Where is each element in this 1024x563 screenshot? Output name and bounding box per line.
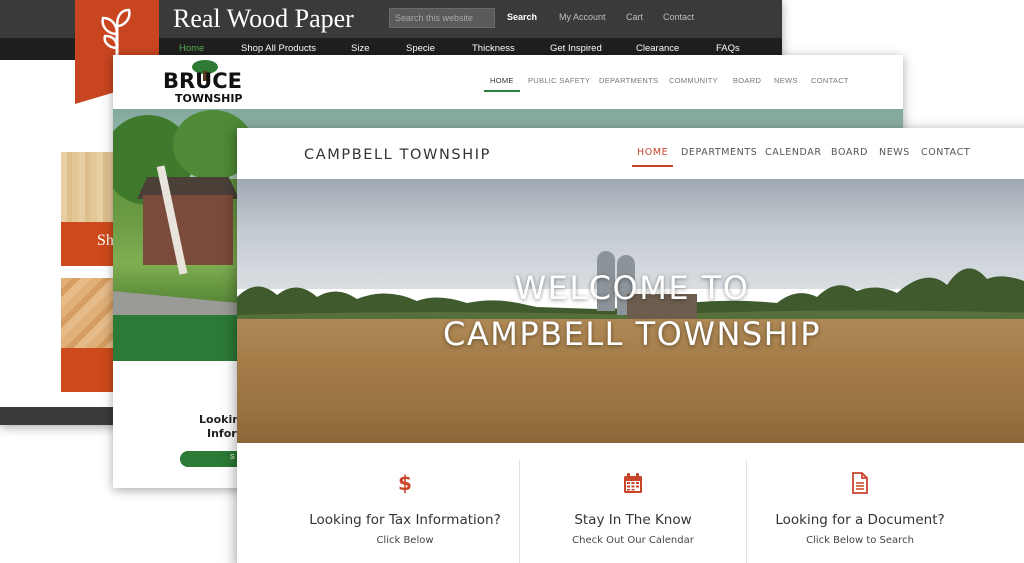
realwood-nav-size[interactable]: Size — [351, 43, 369, 54]
realwood-nav-clearance[interactable]: Clearance — [636, 43, 679, 54]
wood-sample-image — [61, 278, 116, 348]
hero-headline-line2: CAMPBELL TOWNSHIP — [442, 315, 822, 353]
product-band-label: Sh — [61, 222, 116, 266]
calendar-icon — [520, 472, 746, 499]
card-title: Stay In The Know — [574, 512, 692, 528]
bruce-card-heading: Lookin Inforr — [199, 413, 242, 441]
tax-info-card[interactable]: $ Looking for Tax Information? Click Bel… — [292, 460, 518, 563]
realwood-product-tile[interactable] — [61, 278, 116, 392]
campbell-site-title[interactable]: CAMPBELL TOWNSHIP — [304, 147, 491, 163]
document-card[interactable]: Looking for a Document? Click Below to S… — [747, 460, 973, 563]
bruce-nav-active-underline — [484, 90, 520, 92]
bruce-nav-home[interactable]: HOME — [490, 76, 514, 85]
campbell-nav-departments[interactable]: DEPARTMENTS — [681, 147, 757, 158]
campbell-nav-calendar[interactable]: CALENDAR — [765, 147, 822, 158]
bruce-nav-departments[interactable]: DEPARTMENTS — [599, 76, 658, 85]
realwood-contact-link[interactable]: Contact — [663, 12, 694, 22]
hero-headline-line1: WELCOME TO — [514, 269, 750, 307]
realwood-product-tile[interactable]: Sh — [61, 152, 116, 266]
realwood-nav-home[interactable]: Home — [179, 43, 204, 54]
bruce-nav-public-safety[interactable]: PUBLIC SAFETY — [528, 76, 590, 85]
realwood-nav-faqs[interactable]: FAQs — [716, 43, 740, 54]
wood-sample-image — [61, 152, 116, 222]
campbell-window: CAMPBELL TOWNSHIP HOME DEPARTMENTS CALEN… — [237, 128, 1024, 563]
campbell-nav-active-underline — [632, 165, 673, 167]
dollar-icon: $ — [292, 471, 518, 499]
bruce-hero-house — [143, 195, 233, 265]
realwood-my-account-link[interactable]: My Account — [559, 12, 606, 22]
bruce-nav-contact[interactable]: CONTACT — [811, 76, 849, 85]
bruce-logo[interactable]: BRUCE TOWNSHIP — [163, 60, 268, 105]
card-link[interactable]: Check Out Our Calendar — [520, 535, 746, 546]
card-title: Looking for a Document? — [775, 512, 945, 528]
card-title: Looking for Tax Information? — [309, 512, 501, 528]
realwood-search-input[interactable] — [389, 8, 495, 28]
realwood-nav-thickness[interactable]: Thickness — [472, 43, 515, 54]
hero-headline: WELCOME TO CAMPBELL TOWNSHIP — [237, 265, 1024, 357]
campbell-hero-slider[interactable]: WELCOME TO CAMPBELL TOWNSHIP — [237, 179, 1024, 443]
realwood-site-title[interactable]: Real Wood Paper — [173, 4, 354, 34]
bruce-card-heading-line1: Lookin — [199, 413, 241, 426]
realwood-nav-shop-all[interactable]: Shop All Products — [241, 43, 316, 54]
calendar-card[interactable]: Stay In The Know Check Out Our Calendar — [520, 460, 746, 563]
bruce-logo-main: BRUCE — [163, 69, 242, 93]
realwood-nav-specie[interactable]: Specie — [406, 43, 435, 54]
bruce-nav-community[interactable]: COMMUNITY — [669, 76, 718, 85]
bruce-nav-board[interactable]: BOARD — [733, 76, 761, 85]
bruce-logo-sub: TOWNSHIP — [175, 92, 243, 105]
realwood-search-button[interactable]: Search — [507, 12, 537, 22]
realwood-nav-get-inspired[interactable]: Get Inspired — [550, 43, 602, 54]
card-link[interactable]: Click Below — [292, 535, 518, 546]
campbell-nav-contact[interactable]: CONTACT — [921, 147, 970, 158]
card-link[interactable]: Click Below to Search — [747, 535, 973, 546]
realwood-cart-link[interactable]: Cart — [626, 12, 643, 22]
bruce-nav-news[interactable]: NEWS — [774, 76, 798, 85]
campbell-nav-home[interactable]: HOME — [637, 147, 668, 158]
product-band — [61, 348, 116, 392]
document-icon — [747, 472, 973, 499]
bruce-card-heading-line2: Inforr — [207, 427, 243, 440]
portfolio-collage: Real Wood Paper Search My Account Cart C… — [0, 0, 1024, 563]
campbell-nav-news[interactable]: NEWS — [879, 147, 910, 158]
campbell-nav-board[interactable]: BOARD — [831, 147, 868, 158]
svg-text:$: $ — [398, 472, 412, 494]
